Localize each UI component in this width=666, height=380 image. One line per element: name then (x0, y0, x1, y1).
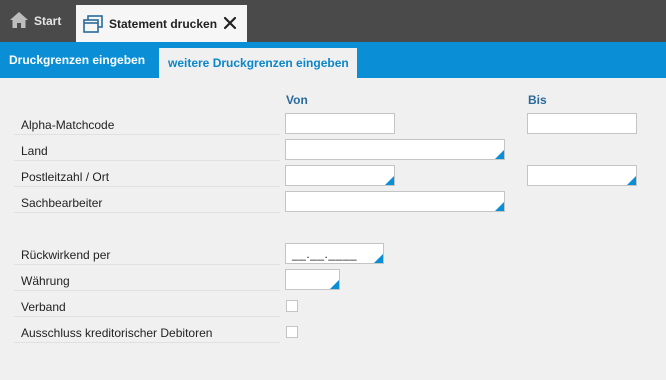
row-divider (14, 316, 280, 317)
ausschluss-checkbox[interactable] (286, 326, 298, 338)
land-dropdown[interactable] (285, 139, 505, 160)
dropdown-corner-icon (385, 176, 394, 185)
dropdown-corner-icon (495, 150, 504, 159)
label-waehrung: Währung (21, 274, 70, 288)
label-land: Land (21, 144, 48, 158)
label-alpha-matchcode: Alpha-Matchcode (21, 118, 115, 132)
window-icon (83, 14, 103, 33)
tab-start[interactable]: Start (0, 0, 74, 42)
row-divider (14, 134, 280, 135)
label-verband: Verband (21, 300, 66, 314)
dropdown-corner-icon (330, 280, 339, 289)
tab-active-label: Statement drucken (109, 16, 218, 31)
row-divider (14, 186, 280, 187)
subtab-druckgrenzen[interactable]: Druckgrenzen eingeben (0, 42, 158, 78)
rueckwirkend-per-date-picker[interactable]: __.__.____ (285, 243, 384, 264)
row-divider (14, 264, 280, 265)
dropdown-corner-icon (374, 254, 383, 263)
column-header-bis: Bis (528, 93, 547, 107)
column-header-von: Von (286, 93, 308, 107)
label-sachbearbeiter: Sachbearbeiter (21, 196, 103, 210)
home-icon (9, 11, 34, 32)
dropdown-corner-icon (627, 176, 636, 185)
label-ausschluss-kreditorischer-debitoren: Ausschluss kreditorischer Debitoren (21, 326, 213, 340)
verband-checkbox[interactable] (286, 300, 298, 312)
row-divider (14, 160, 280, 161)
row-divider (14, 212, 280, 213)
alpha-matchcode-bis-input[interactable] (527, 113, 637, 134)
date-value: __.__.____ (292, 247, 358, 261)
alpha-matchcode-von-input[interactable] (285, 113, 395, 134)
postleitzahl-bis-dropdown[interactable] (527, 165, 637, 186)
row-divider (14, 290, 280, 291)
waehrung-dropdown[interactable] (285, 269, 340, 290)
top-tab-bar: Start Statement drucken (0, 0, 666, 42)
postleitzahl-von-dropdown[interactable] (285, 165, 395, 186)
label-rueckwirkend-per: Rückwirkend per (21, 248, 111, 262)
row-divider (14, 342, 280, 343)
tab-start-label: Start (34, 14, 62, 28)
label-postleitzahl-ort: Postleitzahl / Ort (21, 170, 110, 184)
dropdown-corner-icon (495, 202, 504, 211)
sachbearbeiter-dropdown[interactable] (285, 191, 505, 212)
close-icon[interactable] (223, 16, 237, 30)
subtab-bar: Druckgrenzen eingeben weitere Druckgrenz… (0, 42, 666, 78)
subtab-weitere-druckgrenzen[interactable]: weitere Druckgrenzen eingeben (159, 48, 357, 78)
tab-statement-drucken[interactable]: Statement drucken (76, 5, 247, 42)
